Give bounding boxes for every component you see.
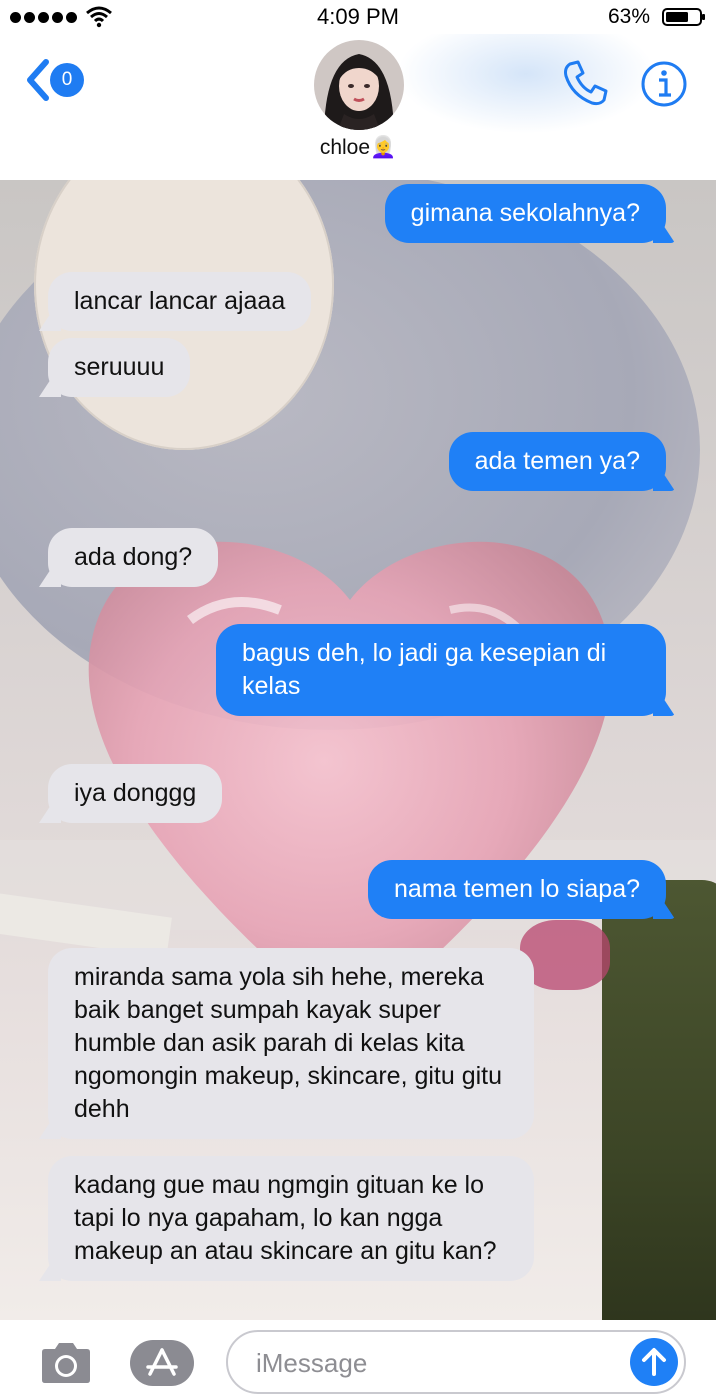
- conversation-header: 0 chloe👩‍🦳: [0, 14, 716, 180]
- camera-icon[interactable]: [38, 1340, 94, 1386]
- message-bubble-incoming[interactable]: lancar lancar ajaaa: [48, 272, 312, 331]
- message-bubble-incoming[interactable]: ada dong?: [48, 528, 219, 587]
- message-bubble-outgoing[interactable]: bagus deh, lo jadi ga kesepian di kelas: [216, 624, 666, 716]
- phone-icon[interactable]: [560, 58, 610, 108]
- avatar[interactable]: [314, 40, 404, 130]
- message-bubble-outgoing[interactable]: ada temen ya?: [448, 432, 666, 491]
- message-bubble-incoming[interactable]: iya donggg: [48, 764, 223, 823]
- send-arrow-icon: [642, 1348, 666, 1376]
- back-button[interactable]: 0: [24, 58, 84, 102]
- message-bubble-incoming[interactable]: miranda sama yola sih hehe, mereka baik …: [48, 948, 534, 1139]
- message-bubble-outgoing[interactable]: nama temen lo siapa?: [368, 860, 666, 919]
- status-bar: 4:09 PM 63%: [0, 0, 716, 34]
- back-chevron-icon: [27, 59, 49, 101]
- send-button[interactable]: [630, 1338, 678, 1386]
- message-composer-bar: [0, 1320, 716, 1400]
- app-store-button[interactable]: [130, 1340, 194, 1386]
- message-bubble-outgoing[interactable]: gimana sekolahnya?: [384, 184, 666, 243]
- contact-name[interactable]: chloe👩‍🦳: [0, 136, 716, 160]
- unread-count-badge: 0: [50, 63, 84, 97]
- message-input-container[interactable]: [226, 1330, 686, 1394]
- message-thread[interactable]: gimana sekolahnya? lancar lancar ajaaa s…: [0, 180, 716, 1320]
- message-bubble-incoming[interactable]: kadang gue mau ngmgin gituan ke lo tapi …: [48, 1156, 534, 1281]
- app-store-icon: [146, 1348, 178, 1376]
- info-icon[interactable]: [640, 60, 688, 108]
- battery-percent: 63%: [607, 5, 650, 28]
- message-input[interactable]: [254, 1342, 608, 1384]
- message-bubble-incoming[interactable]: seruuuu: [48, 338, 191, 397]
- battery-icon: [662, 8, 705, 26]
